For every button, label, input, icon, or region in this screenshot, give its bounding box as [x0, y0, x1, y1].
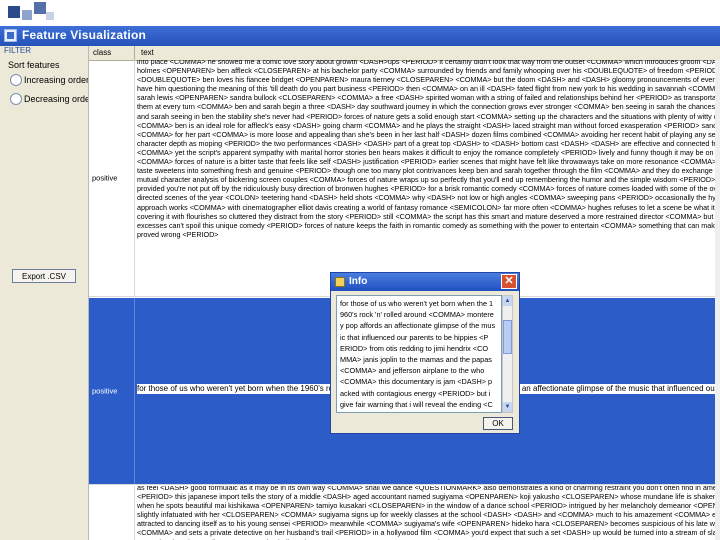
decor-square — [34, 2, 46, 14]
window-title: Feature Visualization — [22, 28, 147, 42]
increasing-order-radio[interactable] — [10, 74, 22, 86]
decreasing-order-label[interactable]: Decreasing order — [24, 94, 93, 104]
ok-button[interactable]: OK — [483, 417, 513, 430]
class-cell — [89, 486, 135, 540]
decreasing-order-radio[interactable] — [10, 93, 22, 105]
column-header-class[interactable]: class — [89, 46, 135, 60]
window-titlebar[interactable]: Feature Visualization — [0, 26, 720, 46]
close-icon[interactable]: ✕ — [501, 274, 517, 289]
info-icon — [335, 277, 345, 287]
dialog-text: for those of us who weren't yet born whe… — [340, 299, 496, 412]
class-cell: positive — [89, 298, 135, 484]
increasing-order-label[interactable]: Increasing order — [24, 75, 89, 85]
class-cell: positive — [89, 60, 135, 296]
dialog-titlebar[interactable]: Info ✕ — [331, 273, 519, 291]
scroll-thumb[interactable] — [503, 320, 512, 354]
text-cell: into place <COMMA> he showed me a comic … — [137, 60, 720, 239]
column-header-text[interactable]: text — [137, 46, 154, 60]
dialog-title: Info — [349, 276, 368, 287]
decor-square — [22, 10, 32, 20]
export-csv-button[interactable]: Export .CSV — [12, 269, 76, 283]
info-dialog: Info ✕ for those of us who weren't yet b… — [330, 272, 520, 434]
table-header: class text — [89, 46, 720, 61]
app-icon — [4, 29, 17, 42]
dialog-scrollbar[interactable]: ▲ ▼ — [502, 295, 513, 413]
dialog-text-area[interactable]: for those of us who weren't yet born whe… — [336, 295, 502, 413]
text-cell: as feel <DASH> good formulaic as it may … — [137, 486, 720, 540]
decor-square — [8, 6, 20, 18]
table-row[interactable]: positive into place <COMMA> he showed me… — [89, 60, 720, 297]
scroll-down-icon[interactable]: ▼ — [503, 402, 512, 412]
filter-label: FILTER — [4, 46, 31, 55]
table-scrollbar[interactable] — [715, 60, 720, 540]
table-row[interactable]: as feel <DASH> good formulaic as it may … — [89, 486, 720, 540]
feature-visualization-window: Feature Visualization FILTER Sort featur… — [0, 26, 720, 540]
scroll-up-icon[interactable]: ▲ — [503, 296, 512, 306]
sort-features-label: Sort features — [8, 60, 60, 70]
decor-square — [46, 12, 54, 20]
